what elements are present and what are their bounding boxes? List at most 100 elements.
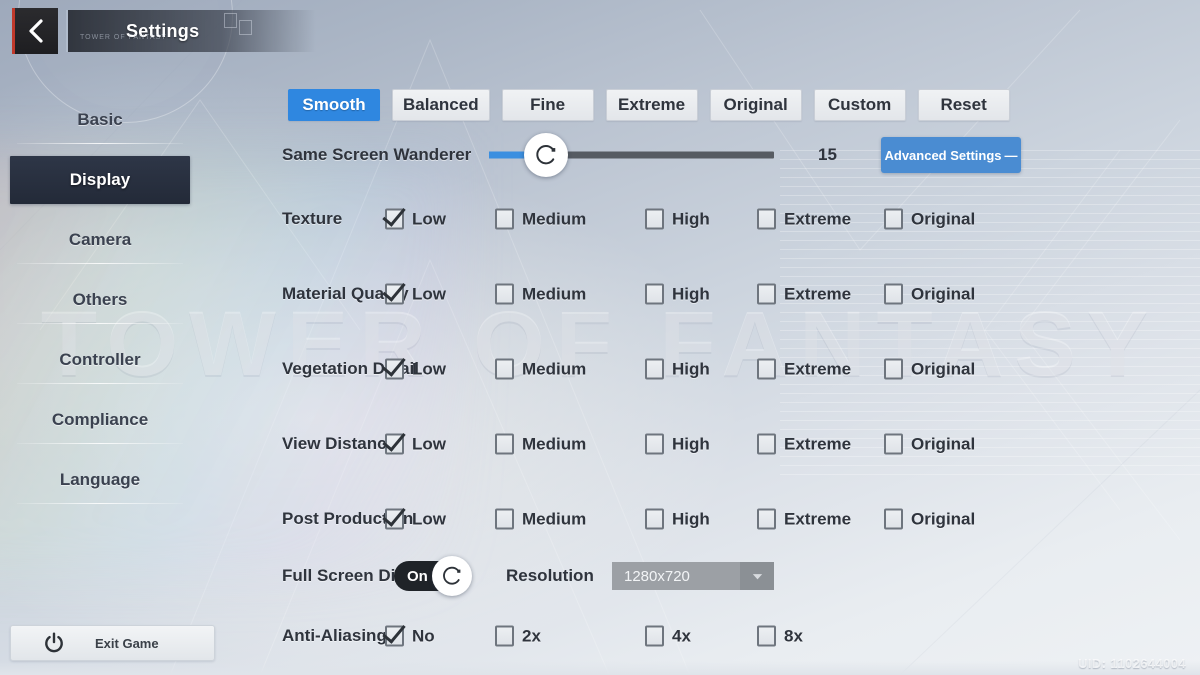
- preset-label: Custom: [827, 95, 892, 114]
- sidebar-item-language[interactable]: Language: [10, 456, 190, 504]
- material-quality-option-high[interactable]: High: [645, 283, 710, 305]
- post-production-option-high[interactable]: High: [645, 508, 710, 530]
- option-label: Original: [911, 509, 976, 528]
- vegetation-detail-option-medium[interactable]: Medium: [495, 358, 586, 380]
- resolution-dropdown[interactable]: 1280x720: [612, 562, 774, 590]
- option-label: 4x: [672, 626, 691, 645]
- checkbox-icon: [385, 625, 404, 647]
- sidebar-item-camera[interactable]: Camera: [10, 216, 190, 264]
- checkbox-icon: [385, 358, 404, 380]
- sidebar-item-label: Basic: [77, 110, 123, 129]
- full-screen-display-toggle[interactable]: On: [394, 556, 472, 596]
- checkbox-icon: [495, 208, 514, 230]
- back-button[interactable]: [12, 8, 58, 54]
- material-quality-option-low[interactable]: Low: [385, 283, 446, 305]
- uid-text: UID: 1102644004: [1078, 656, 1186, 671]
- checkbox-icon: [495, 283, 514, 305]
- exit-game-label: Exit Game: [95, 635, 159, 651]
- checkbox-icon: [495, 508, 514, 530]
- preset-buttons: Smooth Balanced Fine Extreme Original Cu…: [288, 89, 1010, 121]
- texture-option-low[interactable]: Low: [385, 208, 446, 230]
- material-quality-option-original[interactable]: Original: [884, 283, 976, 305]
- preset-balanced[interactable]: Balanced: [392, 89, 490, 121]
- option-label: Extreme: [784, 509, 852, 528]
- vegetation-detail-row: Vegetation Detail Low Medium High Extrem…: [236, 351, 1200, 387]
- anti-aliasing-option-8x[interactable]: 8x: [757, 625, 803, 647]
- texture-option-medium[interactable]: Medium: [495, 208, 587, 230]
- toggle-knob: [432, 556, 472, 596]
- display-settings-panel: Smooth Balanced Fine Extreme Original Cu…: [236, 0, 1200, 675]
- preset-fine[interactable]: Fine: [501, 89, 594, 121]
- post-production-option-low[interactable]: Low: [385, 508, 446, 530]
- option-label: Original: [911, 284, 976, 303]
- preset-extreme[interactable]: Extreme: [605, 89, 698, 121]
- view-distance-option-original[interactable]: Original: [884, 433, 975, 455]
- option-label: Low: [412, 434, 446, 453]
- material-quality-option-extreme[interactable]: Extreme: [757, 283, 852, 305]
- sidebar-item-controller[interactable]: Controller: [10, 336, 190, 384]
- preset-label: Original: [723, 95, 788, 114]
- vegetation-detail-option-high[interactable]: High: [645, 358, 710, 380]
- anti-aliasing-option-4x[interactable]: 4x: [645, 625, 691, 647]
- preset-label: Smooth: [302, 95, 366, 114]
- checkbox-icon: [884, 208, 903, 230]
- post-production-option-extreme[interactable]: Extreme: [757, 508, 852, 530]
- checkbox-icon: [385, 433, 404, 455]
- sidebar-item-basic[interactable]: Basic: [10, 96, 190, 144]
- brand-logo-text: TOWER OF FANTASY: [80, 34, 167, 41]
- same-screen-wanderer-label: Same Screen Wanderer: [282, 145, 472, 164]
- option-label: High: [672, 359, 710, 378]
- texture-option-extreme[interactable]: Extreme: [757, 208, 851, 230]
- sidebar-item-label: Controller: [59, 350, 141, 369]
- texture-row: Texture Low Medium High Extreme Original: [236, 201, 1200, 237]
- anti-aliasing-option-2x[interactable]: 2x: [495, 625, 541, 647]
- exit-game-button[interactable]: Exit Game: [10, 625, 215, 661]
- option-label: Medium: [522, 509, 587, 528]
- preset-reset[interactable]: Reset: [917, 89, 1010, 121]
- preset-label: Balanced: [403, 95, 479, 114]
- sidebar-item-label: Camera: [68, 230, 132, 249]
- sidebar-item-compliance[interactable]: Compliance: [10, 396, 190, 444]
- view-distance-option-medium[interactable]: Medium: [495, 433, 586, 455]
- sidebar-item-display[interactable]: Display: [10, 156, 190, 204]
- preset-original[interactable]: Original: [709, 89, 802, 121]
- texture-option-high[interactable]: High: [645, 208, 710, 230]
- option-label: Extreme: [784, 359, 852, 378]
- advanced-settings-label: Advanced Settings: [884, 147, 1002, 163]
- advanced-settings-button[interactable]: Advanced Settings —: [881, 137, 1021, 173]
- preset-label: Reset: [940, 95, 987, 114]
- chevron-down-icon[interactable]: [740, 562, 774, 590]
- preset-label: Extreme: [618, 95, 686, 114]
- vegetation-detail-option-low[interactable]: Low: [385, 358, 446, 380]
- option-label: Extreme: [784, 284, 852, 303]
- anti-aliasing-option-no[interactable]: No: [385, 625, 435, 647]
- view-distance-option-low[interactable]: Low: [385, 433, 446, 455]
- sidebar-nav: Basic Display Camera Others Controller C…: [0, 96, 200, 516]
- preset-custom[interactable]: Custom: [813, 89, 906, 121]
- material-quality-row: Material Quality Low Medium High Extreme…: [236, 276, 1200, 312]
- checkbox-icon: [645, 283, 664, 305]
- view-distance-option-high[interactable]: High: [645, 433, 710, 455]
- post-production-option-medium[interactable]: Medium: [495, 508, 587, 530]
- checkbox-icon: [645, 208, 664, 230]
- slider-knob[interactable]: [524, 133, 568, 177]
- checkbox-icon: [757, 625, 776, 647]
- chevron-left-icon: [28, 19, 43, 43]
- view-distance-row: View Distance Low Medium High Extreme Or…: [236, 426, 1200, 462]
- sidebar-item-others[interactable]: Others: [10, 276, 190, 324]
- option-label: High: [672, 509, 710, 528]
- option-label: High: [672, 284, 710, 303]
- checkbox-icon: [884, 508, 903, 530]
- option-label: Original: [911, 209, 976, 228]
- texture-option-original[interactable]: Original: [884, 208, 976, 230]
- vegetation-detail-option-original[interactable]: Original: [884, 358, 975, 380]
- checkbox-icon: [495, 358, 514, 380]
- material-quality-option-medium[interactable]: Medium: [495, 283, 586, 305]
- post-production-option-original[interactable]: Original: [884, 508, 976, 530]
- option-label: Low: [412, 509, 446, 528]
- vegetation-detail-option-extreme[interactable]: Extreme: [757, 358, 852, 380]
- settings-screen: TOWER OF FANTASY TOWER OF FANTASY Settin…: [0, 0, 1200, 675]
- preset-smooth[interactable]: Smooth: [288, 89, 380, 121]
- view-distance-option-extreme[interactable]: Extreme: [757, 433, 851, 455]
- option-label: Medium: [522, 209, 587, 228]
